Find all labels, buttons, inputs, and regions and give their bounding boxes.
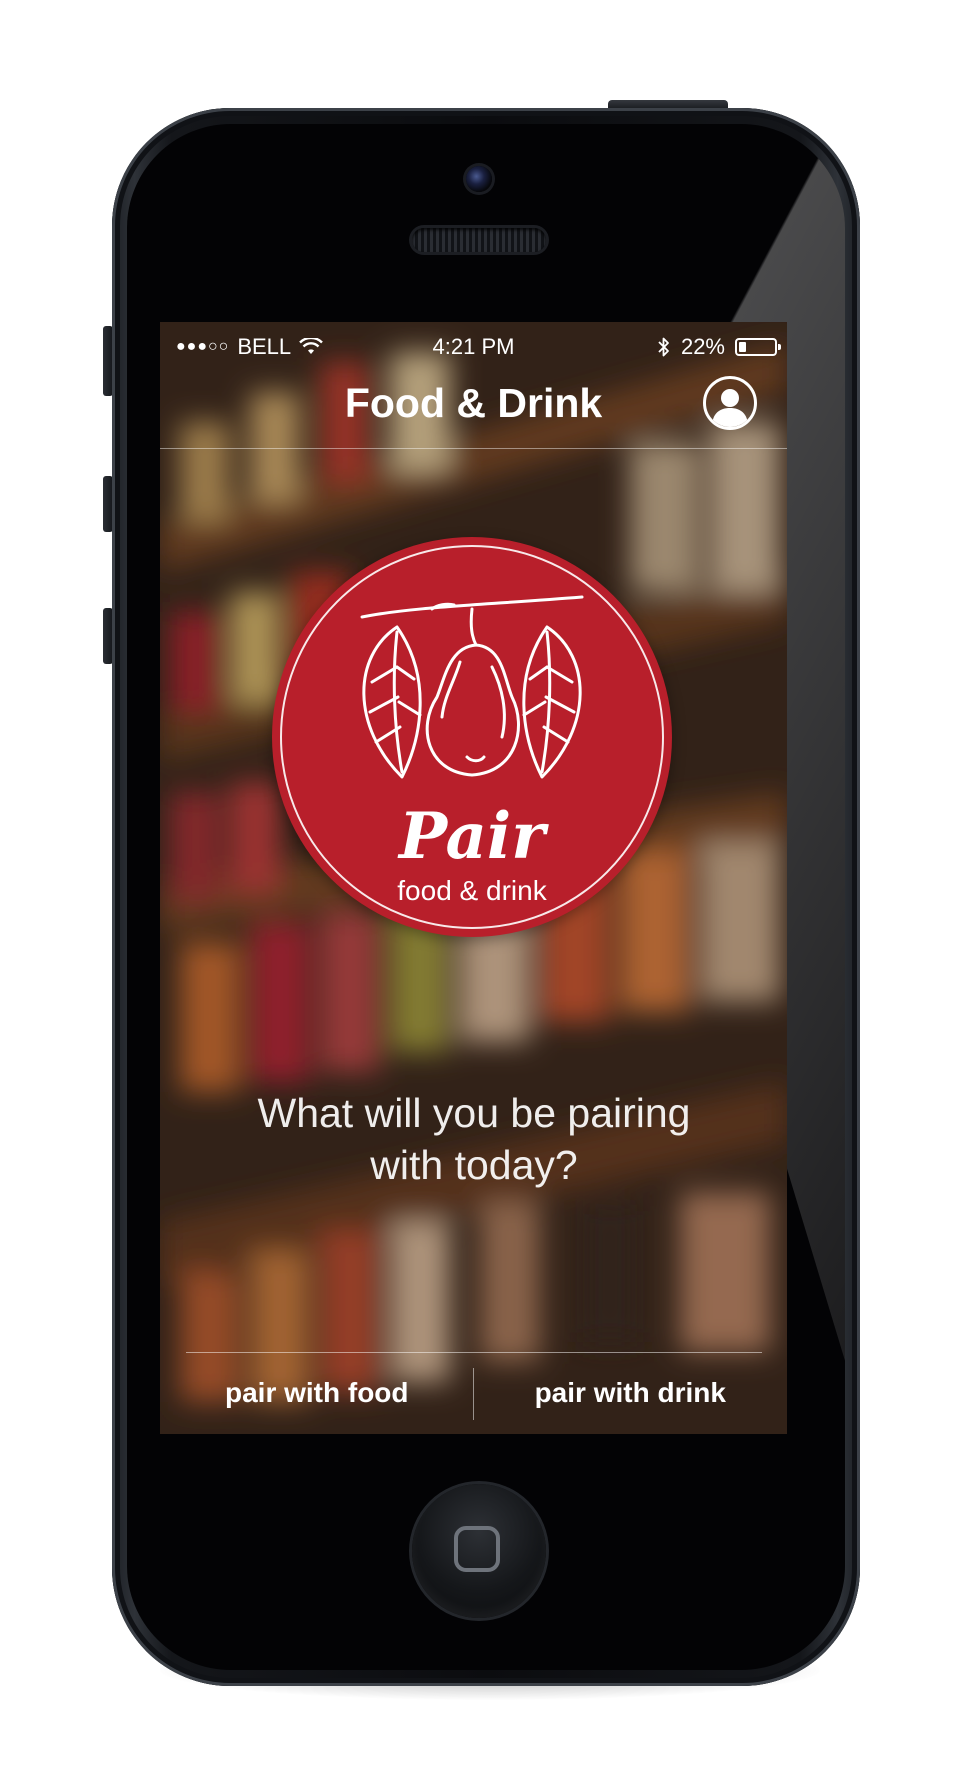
- logo-title: Pair: [399, 799, 545, 874]
- bottom-divider: [186, 1352, 762, 1353]
- pair-logo: Pair food & drink: [272, 537, 672, 937]
- pairing-prompt-line-1: What will you be pairing: [257, 1090, 691, 1136]
- user-profile-icon: [712, 389, 748, 427]
- action-bar: pair with food pair with drink: [160, 1354, 787, 1432]
- pairing-prompt-line-2: with today?: [370, 1142, 578, 1188]
- home-button[interactable]: [412, 1484, 546, 1618]
- bluetooth-icon: [658, 337, 669, 357]
- home-square-icon: [454, 1526, 500, 1572]
- earpiece-speaker: [412, 228, 546, 252]
- status-bar: ●●●○○ BELL 4:21 PM 22%: [160, 322, 787, 362]
- pair-with-food-button[interactable]: pair with food: [160, 1354, 474, 1432]
- app-screen: ●●●○○ BELL 4:21 PM 22% Food & Drink Pair…: [160, 322, 787, 1434]
- battery-fill: [739, 342, 746, 352]
- pair-with-drink-button[interactable]: pair with drink: [474, 1354, 788, 1432]
- pairing-prompt: What will you be pairing with today?: [200, 1087, 748, 1191]
- logo-subtitle: food & drink: [397, 875, 547, 906]
- front-camera: [466, 166, 492, 192]
- battery-icon: [735, 338, 781, 356]
- navigation-bar: Food & Drink: [160, 362, 787, 449]
- status-right: 22%: [657, 334, 781, 360]
- profile-button[interactable]: [703, 376, 757, 430]
- battery-percent: 22%: [680, 334, 725, 359]
- page-title: Food & Drink: [344, 380, 603, 426]
- pear-illustration-icon: [360, 595, 584, 779]
